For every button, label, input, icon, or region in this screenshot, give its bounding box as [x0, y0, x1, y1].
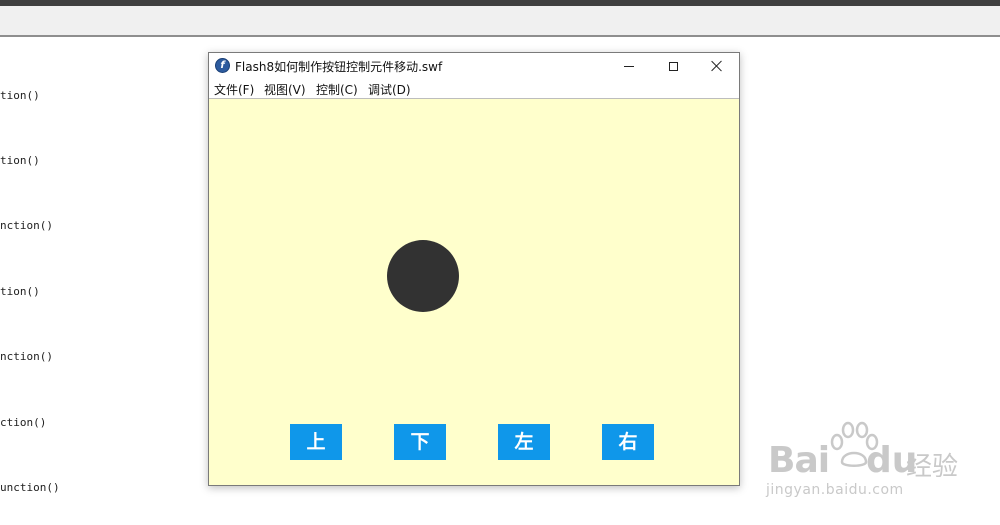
- move-up-button[interactable]: 上: [290, 424, 342, 460]
- code-line: nction(): [0, 350, 53, 363]
- watermark-brand: Bai: [768, 440, 830, 481]
- flash-app-icon: f: [215, 58, 230, 73]
- menu-debug[interactable]: 调试(D): [368, 81, 411, 98]
- title-bar[interactable]: f Flash8如何制作按钮控制元件移动.swf: [209, 53, 739, 79]
- minimize-icon: [624, 65, 634, 67]
- code-line: tion(): [0, 89, 40, 102]
- window-title: Flash8如何制作按钮控制元件移动.swf: [235, 60, 443, 74]
- code-line: unction(): [0, 481, 60, 494]
- close-button[interactable]: [695, 53, 739, 79]
- flash-player-window: f Flash8如何制作按钮控制元件移动.swf 文件(F) 视图(V) 控制(…: [208, 52, 740, 486]
- move-down-button[interactable]: 下: [394, 424, 446, 460]
- movable-ball: [387, 240, 459, 312]
- move-left-button[interactable]: 左: [498, 424, 550, 460]
- editor-toolbar: [0, 6, 1000, 37]
- code-line: ction(): [0, 416, 47, 429]
- watermark-jingyan: 经验: [906, 452, 959, 482]
- menu-file[interactable]: 文件(F): [214, 81, 254, 98]
- close-icon: [711, 60, 723, 72]
- code-line: nction(): [0, 219, 53, 232]
- code-line: tion(): [0, 285, 40, 298]
- menu-view[interactable]: 视图(V): [264, 81, 306, 98]
- move-right-button[interactable]: 右: [602, 424, 654, 460]
- maximize-icon: [668, 61, 678, 71]
- minimize-button[interactable]: [607, 53, 651, 79]
- menu-control[interactable]: 控制(C): [316, 81, 358, 98]
- menu-bar: 文件(F) 视图(V) 控制(C) 调试(D): [209, 79, 739, 99]
- code-line: tion(): [0, 154, 40, 167]
- maximize-button[interactable]: [651, 53, 695, 79]
- watermark-url: jingyan.baidu.com: [766, 482, 904, 498]
- flash-stage: 上 下 左 右: [209, 99, 739, 485]
